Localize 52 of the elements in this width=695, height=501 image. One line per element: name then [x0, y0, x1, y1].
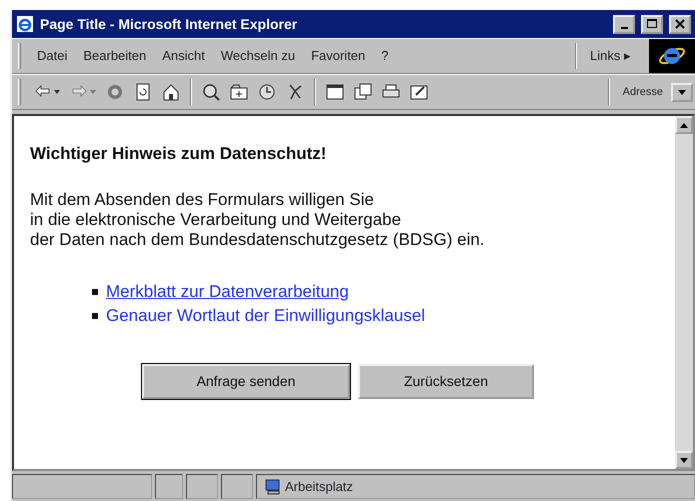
pages-icon [354, 83, 372, 101]
reset-button[interactable]: Zurücksetzen [358, 364, 534, 400]
minimize-button[interactable] [613, 14, 635, 34]
window-icon [326, 83, 344, 101]
address-label: Adresse [622, 84, 664, 100]
menu-item[interactable]: Favoriten [303, 46, 374, 66]
refresh-icon [134, 83, 152, 101]
heading: Wichtiger Hinweis zum Datenschutz! [30, 144, 328, 164]
caret-icon [678, 90, 686, 94]
stop-icon [106, 83, 124, 101]
dropdown-button[interactable] [671, 82, 693, 102]
menu-item[interactable]: Bearbeiten [75, 46, 154, 66]
home-icon [162, 83, 180, 101]
edit-icon [410, 83, 428, 101]
search-icon [202, 83, 220, 101]
bullet-icon [92, 289, 98, 296]
close-icon [675, 19, 685, 29]
maximize-button[interactable] [641, 14, 663, 34]
scroll-up-button[interactable] [675, 116, 693, 134]
browser-logo [649, 39, 695, 73]
scrollbar[interactable] [675, 116, 693, 469]
menu-item[interactable]: Datei [29, 46, 76, 66]
window-button[interactable] [324, 83, 346, 101]
edit-button[interactable] [408, 83, 430, 101]
menu-item[interactable]: ? [373, 46, 397, 66]
down-arrow-icon [680, 458, 688, 462]
app-icon [16, 15, 34, 33]
up-arrow-icon [680, 122, 688, 128]
status-panel [221, 474, 253, 499]
status-panel [186, 474, 218, 499]
folder-button[interactable] [228, 83, 250, 101]
pages-button[interactable] [352, 83, 374, 101]
scroll-down-button[interactable] [675, 451, 693, 469]
maximize-icon [647, 19, 657, 29]
caret-icon [54, 90, 60, 94]
menu-item[interactable]: Wechseln zu [212, 46, 304, 66]
link[interactable]: Merkblatt zur Datenverarbeitung [106, 280, 349, 304]
status-panel [155, 474, 183, 499]
caret-icon [90, 90, 96, 94]
close-button[interactable] [669, 14, 691, 34]
folder-icon [230, 83, 248, 101]
submit-button[interactable]: Anfrage senden [142, 364, 350, 400]
bullet-icon [92, 313, 98, 320]
link[interactable]: Genauer Wortlaut der Einwilligungsklausel [106, 304, 426, 328]
paragraph: Mit dem Absenden des Formulars willigen Sie in die elektronische Verarbeitung und Weitergabe der Daten nach dem Bundesdatenschutzgesetz (BDSG) ein. [30, 190, 486, 250]
links-button[interactable]: Links ▸ [582, 46, 639, 66]
computer-icon [265, 478, 281, 494]
window-title: Page Title - Microsoft Internet Explorer [40, 14, 298, 34]
status-zone: Arbeitsplatz [285, 478, 353, 496]
menu-item[interactable]: Ansicht [154, 46, 213, 66]
minimize-icon [620, 26, 628, 28]
clock-icon [258, 83, 276, 101]
